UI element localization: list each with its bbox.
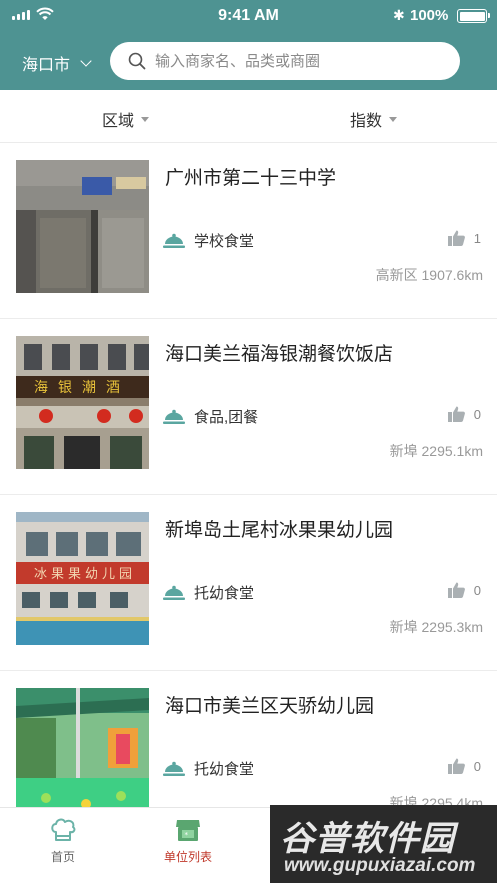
cloche-icon: [163, 585, 185, 600]
like-counter[interactable]: 1: [447, 230, 481, 246]
battery-icon: [457, 9, 490, 23]
unit-photo: [16, 688, 149, 821]
watermark-overlay: 谷普软件园 www.gupuxiazai.com: [270, 805, 497, 883]
search-input[interactable]: [155, 52, 445, 70]
filter-region-label: 区域: [102, 113, 135, 130]
tab-unit-list[interactable]: * 单位列表: [153, 816, 223, 865]
cloche-icon: [163, 761, 185, 776]
like-counter[interactable]: 0: [447, 758, 481, 774]
header-bar: 海口市: [0, 32, 497, 90]
cloche-icon: [163, 233, 185, 248]
unit-category: 食品,团餐: [163, 406, 258, 427]
caret-down-icon: [141, 116, 150, 122]
filter-region[interactable]: 区域: [102, 107, 150, 131]
search-icon: [127, 51, 147, 71]
unit-photo: [16, 160, 149, 293]
status-bar: 9:41 AM ✱ 100%: [0, 0, 497, 32]
watermark-title: 谷普软件园: [280, 820, 455, 858]
unit-category-label: 食品,团餐: [194, 409, 259, 426]
list-item[interactable]: 海银潮酒 海口美兰福海银潮餐饮饭店 食品,团餐 0 新埠 2295.1km: [0, 319, 497, 495]
storefront-icon: *: [176, 820, 200, 841]
like-count: 0: [473, 582, 481, 598]
thumbs-up-icon: [447, 582, 465, 598]
list-item[interactable]: 广州市第二十三中学 学校食堂 1 高新区 1907.6km: [0, 143, 497, 319]
unit-location: 高新区 1907.6km: [375, 267, 483, 283]
unit-photo: 海银潮酒: [16, 336, 149, 469]
thumbs-up-icon: [447, 406, 465, 422]
watermark-url: www.gupuxiazai.com: [284, 855, 476, 876]
unit-category: 托幼食堂: [163, 582, 254, 603]
chevron-down-icon: [80, 54, 92, 67]
like-count: 1: [473, 230, 481, 246]
search-box[interactable]: [110, 42, 460, 80]
like-count: 0: [473, 758, 481, 774]
thumbs-up-icon: [447, 230, 465, 246]
unit-name: 海口市美兰区天骄幼儿园: [165, 696, 375, 717]
svg-text:*: *: [185, 831, 189, 839]
unit-location: 新埠 2295.3km: [389, 619, 483, 635]
unit-location: 新埠 2295.1km: [389, 443, 483, 459]
like-counter[interactable]: 0: [447, 582, 481, 598]
unit-category-label: 托幼食堂: [194, 761, 255, 778]
svg-text:冰果果幼儿园: 冰果果幼儿园: [34, 567, 136, 582]
unit-photo: 冰果果幼儿园: [16, 512, 149, 645]
tab-home-label: 首页: [50, 850, 75, 864]
like-counter[interactable]: 0: [447, 406, 481, 422]
unit-name: 海口美兰福海银潮餐饮饭店: [165, 344, 394, 365]
unit-category-label: 托幼食堂: [194, 585, 255, 602]
tab-unit-list-label: 单位列表: [163, 850, 212, 864]
chef-hat-icon: [51, 818, 76, 841]
thumbs-up-icon: [447, 758, 465, 774]
city-selector[interactable]: 海口市: [22, 51, 92, 75]
bluetooth-icon: ✱: [393, 7, 405, 23]
unit-category: 学校食堂: [163, 230, 254, 251]
filter-index-label: 指数: [350, 113, 383, 130]
unit-name: 新埠岛土尾村冰果果幼儿园: [165, 520, 394, 541]
battery-percent: 100%: [410, 7, 449, 24]
filter-bar: 区域 指数: [0, 90, 497, 143]
unit-category-label: 学校食堂: [194, 233, 255, 250]
filter-index[interactable]: 指数: [350, 107, 398, 131]
list-item[interactable]: 冰果果幼儿园 新埠岛土尾村冰果果幼儿园 托幼食堂 0 新埠 2295.3km: [0, 495, 497, 671]
cloche-icon: [163, 409, 185, 424]
svg-text:海银潮酒: 海银潮酒: [34, 380, 130, 396]
like-count: 0: [473, 406, 481, 422]
tab-home[interactable]: 首页: [28, 816, 98, 865]
city-label: 海口市: [22, 57, 71, 74]
caret-down-icon: [389, 116, 398, 122]
unit-name: 广州市第二十三中学: [165, 168, 337, 189]
unit-category: 托幼食堂: [163, 758, 254, 779]
